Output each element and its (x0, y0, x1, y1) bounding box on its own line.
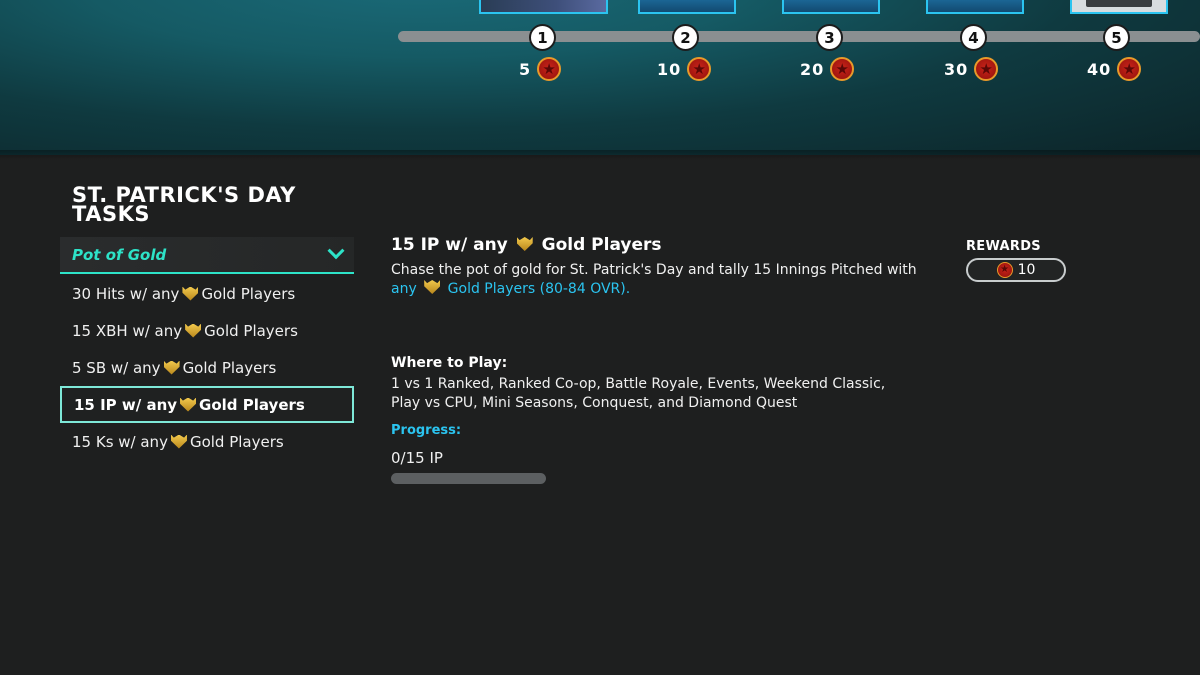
task-detail-title-suffix: Gold Players (541, 235, 662, 255)
task-description-highlight: any Gold Players (80-84 OVR). (391, 280, 631, 297)
star-coin-icon: ★ (830, 57, 855, 81)
star-coin-icon: ★ (996, 262, 1013, 278)
reward-card-2[interactable] (638, 0, 736, 14)
task-list: Pot of Gold 30 Hits w/ any Gold Players … (60, 237, 354, 460)
task-label-suffix: Gold Players (199, 395, 305, 414)
task-detail-title: 15 IP w/ any Gold Players (391, 235, 921, 257)
task-item-15-ks[interactable]: 15 Ks w/ any Gold Players (60, 423, 354, 460)
track-reward-3: 20 ★ (800, 56, 855, 82)
task-label-prefix: 30 Hits w/ any (72, 284, 180, 303)
task-item-30-hits[interactable]: 30 Hits w/ any Gold Players (60, 275, 354, 312)
reward-card-3[interactable] (782, 0, 880, 14)
panel-divider (0, 150, 1200, 160)
gold-shield-icon (185, 323, 202, 338)
track-reward-4: 30 ★ (944, 56, 999, 82)
highlight-prefix: any (391, 281, 417, 297)
task-detail: 15 IP w/ any Gold Players Chase the pot … (391, 235, 921, 299)
task-label-prefix: 15 IP w/ any (74, 395, 178, 414)
task-item-5-sb[interactable]: 5 SB w/ any Gold Players (60, 349, 354, 386)
track-node-2[interactable]: 2 (672, 24, 699, 51)
gold-shield-icon (170, 434, 187, 449)
reward-card-4[interactable] (926, 0, 1024, 14)
task-group-label: Pot of Gold (72, 245, 167, 264)
track-node-3[interactable]: 3 (816, 24, 843, 51)
track-node-4[interactable]: 4 (960, 24, 987, 51)
task-detail-description: Chase the pot of gold for St. Patrick's … (391, 261, 921, 299)
task-label-suffix: Gold Players (182, 358, 277, 377)
star-coin-icon: ★ (1117, 57, 1142, 81)
track-reward-5: 40 ★ (1087, 56, 1142, 82)
gold-shield-icon (180, 397, 197, 412)
track-reward-value: 40 (1087, 59, 1112, 79)
track-reward-value: 10 (657, 59, 682, 79)
where-to-play-heading: Where to Play: (391, 355, 508, 371)
page-title: ST. PATRICK'S DAY TASKS (72, 183, 296, 226)
track-reward-1: 5 ★ (519, 56, 562, 82)
gold-shield-icon (163, 360, 180, 375)
task-detail-title-prefix: 15 IP w/ any (391, 235, 508, 255)
progress-text: 0/15 IP (391, 449, 443, 467)
task-description-text: Chase the pot of gold for St. Patrick's … (391, 262, 917, 278)
task-label-prefix: 15 Ks w/ any (72, 432, 168, 451)
track-reward-value: 30 (944, 59, 969, 79)
track-reward-value: 5 (519, 59, 532, 79)
track-node-1[interactable]: 1 (529, 24, 556, 51)
star-coin-icon: ★ (537, 57, 562, 81)
star-coin-icon: ★ (687, 57, 712, 81)
track-reward-value: 20 (800, 59, 825, 79)
gold-shield-icon (516, 237, 533, 251)
reward-card-5[interactable] (1070, 0, 1168, 14)
task-item-15-ip[interactable]: 15 IP w/ any Gold Players (60, 386, 354, 423)
task-label-suffix: Gold Players (204, 321, 298, 340)
star-coin-icon: ★ (974, 57, 999, 81)
task-label-suffix: Gold Players (201, 284, 296, 303)
reward-track-area: 1 2 3 4 5 5 ★ 10 ★ 20 ★ 30 ★ 40 ★ (0, 0, 1200, 155)
reward-value: 10 (1017, 262, 1036, 278)
chevron-down-icon (327, 241, 345, 259)
task-label-prefix: 15 XBH w/ any (72, 321, 183, 340)
highlight-suffix: Gold Players (80-84 OVR). (447, 281, 631, 297)
gold-shield-icon (182, 286, 199, 301)
gold-shield-icon (424, 280, 441, 294)
reward-pill: ★ 10 (966, 258, 1066, 282)
progress-bar (391, 473, 546, 484)
task-group-dropdown[interactable]: Pot of Gold (60, 237, 354, 274)
progress-heading: Progress: (391, 423, 462, 438)
reward-card-1[interactable] (479, 0, 608, 14)
task-item-15-xbh[interactable]: 15 XBH w/ any Gold Players (60, 312, 354, 349)
rewards-heading: REWARDS (966, 239, 1041, 254)
track-reward-2: 10 ★ (657, 56, 712, 82)
track-node-5[interactable]: 5 (1103, 24, 1130, 51)
task-label-suffix: Gold Players (189, 432, 284, 451)
task-label-prefix: 5 SB w/ any (72, 358, 161, 377)
progress-track (398, 31, 1200, 42)
where-to-play-text: 1 vs 1 Ranked, Ranked Co-op, Battle Roya… (391, 376, 886, 411)
